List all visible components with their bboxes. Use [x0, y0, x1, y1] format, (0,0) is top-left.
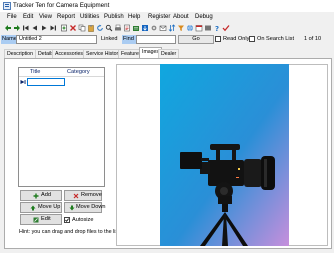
first-record-icon[interactable]	[22, 24, 30, 32]
drag-drop-hint: Hint: you can drag and drop files to the…	[19, 229, 122, 235]
svg-text:?: ?	[215, 25, 219, 32]
menu-about[interactable]: About	[173, 14, 189, 20]
edit-button-label: Edit	[41, 216, 51, 222]
remove-button[interactable]: Remove	[64, 190, 102, 201]
menu-bar: File Edit View Report Utilities Publish …	[0, 12, 334, 23]
column-header-title[interactable]: Title	[30, 69, 40, 76]
record-bar: Name Untitled 2 Linked Find Go Read Only…	[0, 34, 334, 46]
remove-icon	[73, 193, 79, 199]
help-icon[interactable]: ?	[213, 24, 221, 32]
sort-icon[interactable]	[168, 24, 176, 32]
move-up-button[interactable]: Move Up	[20, 202, 62, 213]
read-only-label: Read Only	[223, 36, 250, 42]
find-input[interactable]	[136, 35, 176, 44]
menu-view[interactable]: View	[39, 14, 52, 20]
back-arrow-icon[interactable]	[4, 24, 12, 32]
menu-help[interactable]: Help	[128, 14, 140, 20]
menu-debug[interactable]: Debug	[195, 14, 213, 20]
menu-report[interactable]: Report	[57, 14, 75, 20]
window-title: Tracker Ten for Camera Equipment	[13, 2, 110, 9]
find-label: Find	[122, 35, 136, 44]
title-cell-editor[interactable]	[27, 78, 65, 86]
add-button[interactable]: Add	[20, 190, 62, 201]
menu-edit[interactable]: Edit	[23, 14, 33, 20]
previous-record-icon[interactable]	[31, 24, 39, 32]
new-record-icon[interactable]	[60, 24, 68, 32]
list-header: Title Category	[19, 68, 104, 77]
filter-icon[interactable]	[177, 24, 185, 32]
row-indicator-icon	[20, 80, 26, 84]
add-button-label: Add	[41, 192, 51, 198]
last-record-icon[interactable]	[49, 24, 57, 32]
print-icon[interactable]	[114, 24, 122, 32]
name-input[interactable]: Untitled 2	[16, 35, 97, 44]
on-search-list-checkbox[interactable]	[249, 36, 255, 42]
checkmark-icon	[65, 218, 69, 222]
forward-arrow-icon[interactable]	[13, 24, 21, 32]
up-arrow-icon	[30, 205, 36, 211]
autosize-label: Autosize	[72, 217, 94, 223]
remove-button-label: Remove	[81, 192, 102, 198]
import-icon[interactable]	[141, 24, 149, 32]
on-search-list-label: On Search List	[257, 36, 294, 42]
edit-icon	[33, 217, 39, 223]
move-down-button[interactable]: Move Down	[64, 202, 106, 213]
export-icon[interactable]	[132, 24, 140, 32]
find-icon[interactable]	[105, 24, 113, 32]
read-only-checkbox[interactable]	[215, 36, 221, 42]
paste-icon[interactable]	[87, 24, 95, 32]
edit-button[interactable]: Edit	[20, 214, 62, 225]
barcode-icon[interactable]	[204, 24, 212, 32]
column-header-category[interactable]: Category	[67, 69, 90, 76]
web-icon[interactable]	[186, 24, 194, 32]
toolbar: ?	[0, 23, 334, 34]
calendar-icon[interactable]	[195, 24, 203, 32]
app-icon	[3, 2, 11, 10]
tick-icon[interactable]	[222, 24, 230, 32]
linked-label: Linked	[101, 36, 118, 42]
down-arrow-icon	[69, 205, 75, 211]
menu-publish[interactable]: Publish	[104, 14, 124, 20]
copy-icon[interactable]	[78, 24, 86, 32]
camera-photo	[160, 64, 289, 246]
menu-file[interactable]: File	[7, 14, 17, 20]
tab-strip: Description Details Accessories Service …	[4, 47, 334, 58]
email-icon[interactable]	[159, 24, 167, 32]
move-up-button-label: Move Up	[38, 204, 61, 210]
go-button[interactable]: Go	[178, 35, 214, 44]
delete-record-icon[interactable]	[69, 24, 77, 32]
menu-utilities[interactable]: Utilities	[80, 14, 99, 20]
next-record-icon[interactable]	[40, 24, 48, 32]
tab-accessories[interactable]: Accessories	[52, 49, 86, 58]
report-icon[interactable]	[123, 24, 131, 32]
move-down-button-label: Move Down	[76, 204, 106, 210]
tab-dealer[interactable]: Dealer	[158, 49, 180, 58]
name-label: Name	[1, 35, 17, 44]
tab-description[interactable]: Description	[4, 49, 36, 58]
options-icon[interactable]	[150, 24, 158, 32]
title-bar: Tracker Ten for Camera Equipment	[0, 0, 334, 12]
image-list[interactable]: Title Category	[18, 67, 105, 187]
record-position: 1 of 10	[304, 36, 322, 42]
menu-register[interactable]: Register	[148, 14, 170, 20]
add-icon	[33, 193, 39, 199]
refresh-icon[interactable]	[96, 24, 104, 32]
autosize-checkbox[interactable]	[64, 217, 70, 223]
